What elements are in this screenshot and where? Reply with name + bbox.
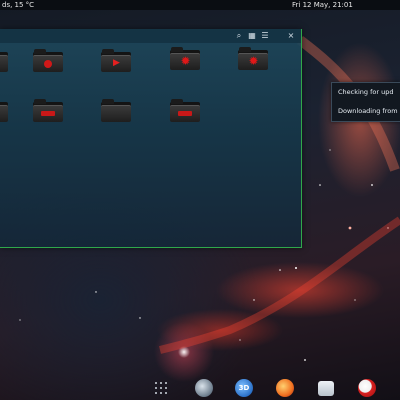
- folder-item[interactable]: [0, 99, 8, 122]
- circle-emblem-icon: [44, 60, 52, 68]
- document-emblem-icon: [41, 111, 55, 116]
- weather-indicator[interactable]: ds, 15 °C: [2, 0, 34, 10]
- list-view-icon[interactable]: ☰: [260, 31, 270, 41]
- gear-icon: ✹: [248, 54, 259, 68]
- play-emblem-icon: ▶: [113, 58, 120, 68]
- grid-view-icon[interactable]: ▦: [247, 31, 257, 41]
- folder-item[interactable]: [33, 99, 63, 122]
- search-icon[interactable]: ⌕: [234, 31, 244, 41]
- close-icon[interactable]: ×: [286, 31, 296, 41]
- file-manager-icon[interactable]: [318, 381, 334, 396]
- app-grid-icon[interactable]: [155, 382, 169, 394]
- folder-item[interactable]: [33, 49, 63, 72]
- dock: 3D: [150, 376, 400, 400]
- gear-icon: ✹: [180, 54, 191, 68]
- folder-item[interactable]: [101, 99, 131, 122]
- top-panel: ds, 15 °C Fri 12 May, 21:01: [0, 0, 400, 10]
- file-manager-window: ⌕ ▦ ☰ × ▶ ✹ ✹: [0, 29, 302, 248]
- folder-item[interactable]: ▶: [101, 49, 131, 72]
- folder-item[interactable]: ✹: [238, 47, 268, 70]
- clock[interactable]: Fri 12 May, 21:01: [292, 0, 353, 10]
- notification-popup[interactable]: Checking for upd Downloading from: [331, 82, 400, 122]
- notification-line-2: Downloading from: [338, 107, 398, 115]
- folder-item[interactable]: [0, 49, 8, 72]
- folder-item[interactable]: [170, 99, 200, 122]
- notification-line-1: Checking for upd: [338, 88, 394, 96]
- archive-emblem-icon: [178, 111, 192, 116]
- firefox-icon[interactable]: [276, 379, 294, 397]
- folder-item[interactable]: ✹: [170, 47, 200, 70]
- update-icon[interactable]: [358, 379, 376, 397]
- 3d-app-icon[interactable]: 3D: [235, 379, 253, 397]
- window-titlebar[interactable]: ⌕ ▦ ☰ ×: [0, 29, 301, 43]
- steam-icon[interactable]: [195, 379, 213, 397]
